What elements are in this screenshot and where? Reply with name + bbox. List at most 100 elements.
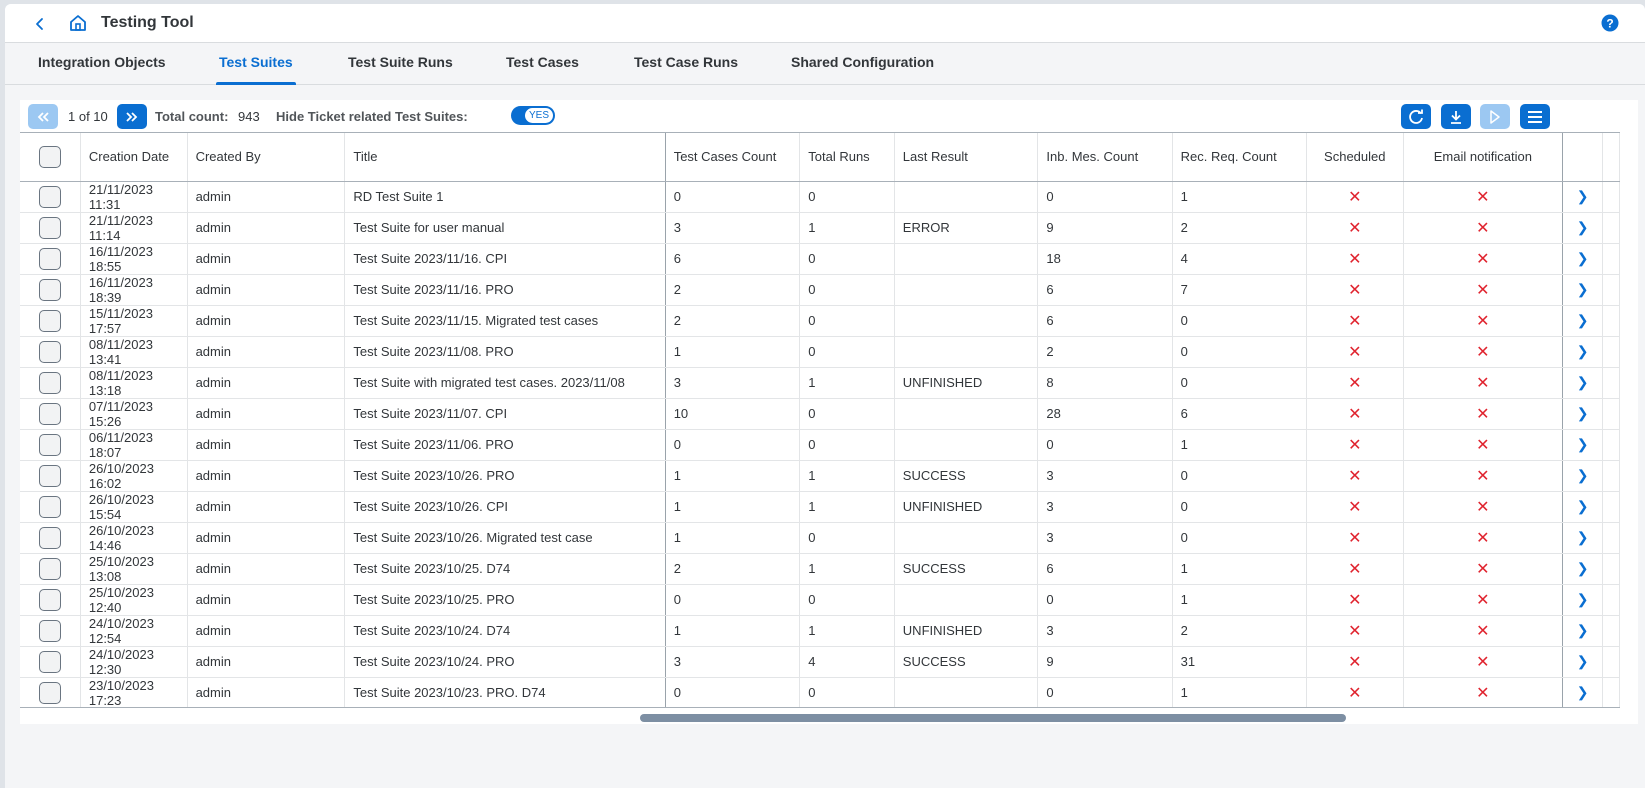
row-navigation-cell[interactable]: ❯ [1562, 491, 1603, 523]
column-header-test-cases-count[interactable]: Test Cases Count [665, 133, 801, 182]
row-navigation-cell[interactable]: ❯ [1562, 398, 1603, 430]
column-header-total-runs[interactable]: Total Runs [799, 133, 895, 182]
row-navigation-cell[interactable]: ❯ [1562, 429, 1603, 461]
tab-integration-objects[interactable]: Integration Objects [38, 43, 166, 85]
horizontal-scrollbar[interactable] [640, 714, 1346, 722]
table-row[interactable]: 21/11/2023 11:14 admin Test Suite for use… [20, 212, 1620, 244]
refresh-button[interactable] [1401, 104, 1431, 129]
email-notification-cell: ✕ [1403, 367, 1564, 399]
select-all-checkbox[interactable] [38, 145, 61, 168]
row-checkbox[interactable] [38, 340, 61, 363]
column-header-inb-mes-count[interactable]: Inb. Mes. Count [1037, 133, 1173, 182]
chevron-right-icon[interactable]: ❯ [1577, 622, 1589, 638]
row-checkbox[interactable] [38, 557, 61, 580]
table-row[interactable]: 26/10/2023 16:02 admin Test Suite 2023/10… [20, 460, 1620, 492]
table-row[interactable]: 25/10/2023 13:08 admin Test Suite 2023/10… [20, 553, 1620, 585]
row-checkbox[interactable] [38, 185, 61, 208]
row-checkbox[interactable] [38, 216, 61, 239]
menu-button[interactable] [1520, 104, 1550, 129]
tab-test-cases[interactable]: Test Cases [506, 43, 579, 85]
row-checkbox[interactable] [38, 433, 61, 456]
row-checkbox[interactable] [38, 495, 61, 518]
back-button[interactable] [32, 15, 48, 33]
row-checkbox[interactable] [38, 681, 61, 704]
tab-test-suites[interactable]: Test Suites [216, 43, 296, 85]
chevron-right-icon[interactable]: ❯ [1577, 436, 1589, 452]
row-navigation-cell[interactable]: ❯ [1562, 181, 1603, 213]
chevron-right-icon[interactable]: ❯ [1577, 281, 1589, 297]
table-row[interactable]: 06/11/2023 18:07 admin Test Suite 2023/11… [20, 429, 1620, 461]
tab-test-case-runs[interactable]: Test Case Runs [634, 43, 738, 85]
table-row[interactable]: 24/10/2023 12:30 admin Test Suite 2023/10… [20, 646, 1620, 678]
table-row[interactable]: 25/10/2023 12:40 admin Test Suite 2023/10… [20, 584, 1620, 616]
column-header-rec-req-count[interactable]: Rec. Req. Count [1172, 133, 1308, 182]
inb-mes-count-cell: 2 [1037, 336, 1173, 368]
row-checkbox[interactable] [38, 309, 61, 332]
row-navigation-cell[interactable]: ❯ [1562, 305, 1603, 337]
tab-shared-configuration[interactable]: Shared Configuration [791, 43, 934, 85]
chevron-right-icon[interactable]: ❯ [1577, 219, 1589, 235]
column-header-created-by[interactable]: Created By [187, 133, 346, 182]
row-navigation-cell[interactable]: ❯ [1562, 274, 1603, 306]
row-navigation-cell[interactable]: ❯ [1562, 646, 1603, 678]
table-row[interactable]: 16/11/2023 18:55 admin Test Suite 2023/11… [20, 243, 1620, 275]
row-checkbox[interactable] [38, 619, 61, 642]
column-header-title[interactable]: Title [344, 133, 666, 182]
table-row[interactable]: 07/11/2023 15:26 admin Test Suite 2023/11… [20, 398, 1620, 430]
hide-ticket-toggle[interactable]: YES [511, 106, 555, 125]
row-checkbox[interactable] [38, 526, 61, 549]
chevron-right-icon[interactable]: ❯ [1577, 312, 1589, 328]
column-header-email-notification[interactable]: Email notification [1403, 133, 1564, 182]
row-checkbox[interactable] [38, 371, 61, 394]
row-navigation-cell[interactable]: ❯ [1562, 553, 1603, 585]
next-page-button[interactable] [117, 104, 147, 129]
chevron-right-icon[interactable]: ❯ [1577, 405, 1589, 421]
help-icon[interactable]: ? [1601, 14, 1619, 32]
chevron-right-icon[interactable]: ❯ [1577, 653, 1589, 669]
chevron-right-icon[interactable]: ❯ [1577, 250, 1589, 266]
chevron-right-icon[interactable]: ❯ [1577, 684, 1589, 700]
row-navigation-cell[interactable]: ❯ [1562, 243, 1603, 275]
row-navigation-cell[interactable]: ❯ [1562, 460, 1603, 492]
chevron-right-icon[interactable]: ❯ [1577, 560, 1589, 576]
row-checkbox[interactable] [38, 588, 61, 611]
test-cases-count-cell: 1 [665, 460, 801, 492]
table-row[interactable]: 23/10/2023 17:23 admin Test Suite 2023/10… [20, 677, 1620, 707]
download-button[interactable] [1441, 104, 1471, 129]
row-navigation-cell[interactable]: ❯ [1562, 336, 1603, 368]
chevron-right-icon[interactable]: ❯ [1577, 188, 1589, 204]
table-row[interactable]: 15/11/2023 17:57 admin Test Suite 2023/11… [20, 305, 1620, 337]
row-navigation-cell[interactable]: ❯ [1562, 584, 1603, 616]
tab-test-suite-runs[interactable]: Test Suite Runs [348, 43, 453, 85]
row-checkbox[interactable] [38, 247, 61, 270]
table-row[interactable]: 21/11/2023 11:31 admin RD Test Suite 1 0 … [20, 181, 1620, 213]
chevron-right-icon[interactable]: ❯ [1577, 467, 1589, 483]
row-checkbox[interactable] [38, 278, 61, 301]
chevron-right-icon[interactable]: ❯ [1577, 529, 1589, 545]
chevron-right-icon[interactable]: ❯ [1577, 374, 1589, 390]
table-row[interactable]: 26/10/2023 14:46 admin Test Suite 2023/10… [20, 522, 1620, 554]
run-button[interactable] [1480, 104, 1510, 129]
table-row[interactable]: 08/11/2023 13:18 admin Test Suite with mi… [20, 367, 1620, 399]
column-header-scheduled[interactable]: Scheduled [1306, 133, 1404, 182]
table-row[interactable]: 26/10/2023 15:54 admin Test Suite 2023/10… [20, 491, 1620, 523]
row-checkbox[interactable] [38, 464, 61, 487]
creation-date-cell: 16/11/2023 18:55 [80, 243, 188, 275]
row-navigation-cell[interactable]: ❯ [1562, 212, 1603, 244]
home-icon[interactable] [68, 13, 88, 33]
chevron-right-icon[interactable]: ❯ [1577, 498, 1589, 514]
row-navigation-cell[interactable]: ❯ [1562, 677, 1603, 707]
table-row[interactable]: 08/11/2023 13:41 admin Test Suite 2023/11… [20, 336, 1620, 368]
chevron-right-icon[interactable]: ❯ [1577, 343, 1589, 359]
row-navigation-cell[interactable]: ❯ [1562, 522, 1603, 554]
row-checkbox[interactable] [38, 650, 61, 673]
column-header-last-result[interactable]: Last Result [894, 133, 1039, 182]
row-navigation-cell[interactable]: ❯ [1562, 367, 1603, 399]
table-row[interactable]: 24/10/2023 12:54 admin Test Suite 2023/10… [20, 615, 1620, 647]
row-checkbox[interactable] [38, 402, 61, 425]
chevron-right-icon[interactable]: ❯ [1577, 591, 1589, 607]
table-row[interactable]: 16/11/2023 18:39 admin Test Suite 2023/11… [20, 274, 1620, 306]
first-page-button[interactable] [28, 104, 58, 129]
column-header-creation-date[interactable]: Creation Date [80, 133, 188, 182]
row-navigation-cell[interactable]: ❯ [1562, 615, 1603, 647]
